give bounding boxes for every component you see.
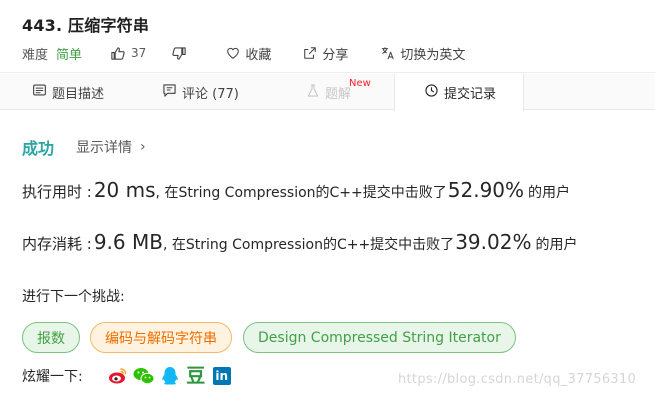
tab-description-label: 题目描述 <box>52 86 105 102</box>
runtime-stat: 执行用时 : 20 ms , 在String Compression的C++提交… <box>22 178 570 208</box>
tab-solutions[interactable]: 题解 <box>307 74 351 110</box>
challenge-chip[interactable]: 报数 <box>22 322 80 353</box>
share-label: 分享 <box>322 47 349 63</box>
watermark: https://blog.csdn.net/qq_37756310 <box>398 372 637 387</box>
share-button[interactable]: 分享 <box>298 44 348 63</box>
share-row-label: 炫耀一下: <box>22 369 83 385</box>
tab-bar: 题目描述 评论 (77) 题解 提交记录 <box>0 74 655 111</box>
tab-comments-label: 评论 (77) <box>182 86 239 102</box>
favorite-label: 收藏 <box>245 47 272 63</box>
tab-submissions-label: 提交记录 <box>444 87 497 102</box>
heart-icon <box>226 46 240 60</box>
douban-glyph: 豆 <box>186 365 206 387</box>
language-switch[interactable]: 切换为英文 <box>376 44 465 63</box>
memory-description: , 在String Compression的C++提交中击败了 <box>162 237 455 253</box>
tab-solutions-label: 题解 <box>325 86 352 102</box>
difficulty-label: 难度 <box>22 47 49 63</box>
douban-icon[interactable]: 豆 <box>185 365 207 387</box>
thumbs-down-icon <box>172 46 187 61</box>
clock-icon <box>425 84 438 101</box>
problem-meta: 难度 简单 37 收藏 分享 切换为英文 <box>22 44 465 63</box>
next-challenge-list: 报数 编码与解码字符串 Design Compressed String Ite… <box>22 322 516 353</box>
wechat-icon[interactable] <box>133 365 155 387</box>
weibo-icon[interactable] <box>107 365 129 387</box>
runtime-percent: 52.90% <box>447 178 525 202</box>
runtime-tail: 的用户 <box>528 185 571 201</box>
difficulty-value: 简单 <box>56 47 83 63</box>
tab-submissions[interactable]: 提交记录 <box>394 74 524 111</box>
runtime-value: 20 ms <box>93 178 156 202</box>
memory-value: 9.6 MB <box>93 230 163 254</box>
show-details-label: 显示详情 <box>76 140 133 156</box>
linkedin-icon[interactable]: in <box>211 365 233 387</box>
result-status-row: 成功 显示详情 › <box>22 137 146 158</box>
problem-title: 443. 压缩字符串 <box>22 16 150 35</box>
challenge-chip[interactable]: 编码与解码字符串 <box>90 322 232 353</box>
next-challenge-label: 进行下一个挑战: <box>22 289 125 305</box>
runtime-label: 执行用时 : <box>22 183 92 201</box>
runtime-description: , 在String Compression的C++提交中击败了 <box>155 185 447 201</box>
tab-comments[interactable]: 评论 (77) <box>163 74 239 110</box>
challenge-chip[interactable]: Design Compressed String Iterator <box>243 322 516 353</box>
difficulty: 难度 简单 <box>22 44 82 63</box>
thumbs-up-icon <box>110 46 125 61</box>
memory-label: 内存消耗 : <box>22 235 92 253</box>
chevron-right-icon: › <box>140 139 146 155</box>
linkedin-glyph: in <box>212 367 231 385</box>
share-icons: 豆 in <box>107 365 237 387</box>
favorite-button[interactable]: 收藏 <box>221 44 271 63</box>
like-count: 37 <box>131 46 147 60</box>
flask-icon <box>307 83 319 101</box>
memory-stat: 内存消耗 : 9.6 MB , 在String Compression的C++提… <box>22 230 577 260</box>
share-row: 炫耀一下: 豆 in <box>22 365 237 387</box>
memory-tail: 的用户 <box>535 237 578 253</box>
result-status: 成功 <box>22 139 55 158</box>
show-details-link[interactable]: 显示详情 › <box>76 137 146 157</box>
language-switch-label: 切换为英文 <box>400 47 466 63</box>
tab-description[interactable]: 题目描述 <box>33 74 104 110</box>
share-icon <box>303 46 317 60</box>
problem-header: 443. 压缩字符串 难度 简单 37 收藏 分享 切换为英文 <box>0 0 655 73</box>
new-badge: New <box>349 78 371 89</box>
like-button[interactable]: 37 <box>110 46 146 61</box>
dislike-button[interactable] <box>172 46 187 61</box>
memory-percent: 39.02% <box>455 230 532 254</box>
translate-icon <box>381 46 395 60</box>
qq-icon[interactable] <box>159 365 181 387</box>
description-icon <box>33 84 46 100</box>
comment-icon <box>163 83 176 101</box>
